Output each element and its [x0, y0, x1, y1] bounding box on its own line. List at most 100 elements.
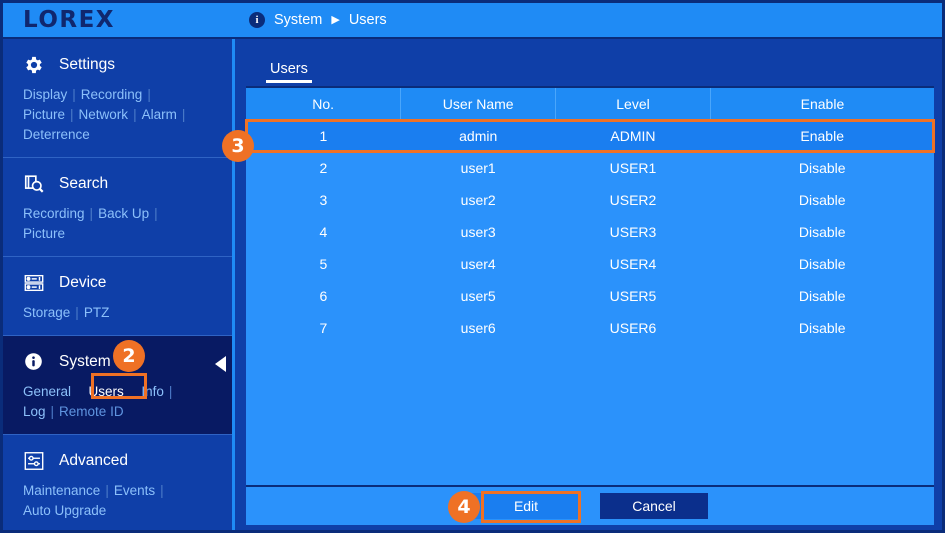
sidebar-link-recording[interactable]: Recording [81, 87, 143, 102]
cell-enable: Disable [710, 280, 934, 312]
info-icon: i [249, 12, 265, 28]
table-row[interactable]: 5 user4 USER4 Disable [246, 248, 934, 280]
sidebar: Settings Display|Recording| Picture|Netw… [3, 39, 235, 533]
cell-user-name: user6 [401, 312, 556, 344]
sidebar-link-events[interactable]: Events [114, 483, 155, 498]
link-separator: | [85, 206, 99, 221]
cell-enable: Disable [710, 216, 934, 248]
step-badge-4: 4 [448, 491, 480, 523]
info-circle-icon [23, 351, 45, 373]
sidebar-link-log[interactable]: Log [23, 404, 46, 419]
sidebar-section-title: Search [59, 175, 108, 193]
users-table-body: 1 admin ADMIN Enable 2 user1 USER1 Disab… [246, 120, 934, 344]
top-bar: LOREX i System ▶ Users [3, 3, 942, 39]
chevron-right-icon: ▶ [331, 15, 339, 26]
table-header-row: No. User Name Level Enable [246, 88, 934, 120]
sidebar-section-header: Search [3, 170, 232, 198]
cancel-button[interactable]: Cancel [600, 493, 708, 519]
cell-enable: Disable [710, 312, 934, 344]
sidebar-section-title: Device [59, 274, 106, 292]
sidebar-link-info[interactable]: Info [141, 384, 164, 399]
sidebar-section-title: System [59, 353, 111, 371]
sidebar-link-picture[interactable]: Picture [23, 107, 65, 122]
link-separator: | [128, 107, 142, 122]
sidebar-link-backup[interactable]: Back Up [98, 206, 149, 221]
table-row[interactable]: 2 user1 USER1 Disable [246, 152, 934, 184]
link-separator: | [142, 87, 156, 102]
column-header-level: Level [556, 88, 711, 120]
cell-no: 7 [246, 312, 401, 344]
device-rack-icon [23, 272, 45, 294]
sidebar-link-auto-upgrade[interactable]: Auto Upgrade [23, 503, 106, 518]
sidebar-links-settings: Display|Recording| Picture|Network|Alarm… [3, 79, 208, 145]
sidebar-links-system: General Users Info| Log|Remote ID [3, 376, 208, 422]
sidebar-link-users[interactable]: Users [89, 384, 124, 399]
sidebar-link-display[interactable]: Display [23, 87, 67, 102]
cell-no: 5 [246, 248, 401, 280]
column-header-enable: Enable [710, 88, 934, 120]
breadcrumb-current: Users [349, 12, 387, 28]
sidebar-section-header: Advanced [3, 447, 232, 475]
cell-level: USER2 [556, 184, 711, 216]
step-badge-3: 3 [222, 130, 254, 162]
sidebar-link-alarm[interactable]: Alarm [142, 107, 177, 122]
column-header-user-name: User Name [401, 88, 556, 120]
edit-button[interactable]: Edit [472, 493, 580, 519]
table-row[interactable]: 6 user5 USER5 Disable [246, 280, 934, 312]
sidebar-link-ptz[interactable]: PTZ [84, 305, 110, 320]
link-separator: | [164, 384, 178, 399]
tab-users[interactable]: Users [258, 61, 320, 83]
cell-user-name: admin [401, 120, 556, 152]
lorex-logo: LOREX [3, 3, 233, 37]
cell-user-name: user4 [401, 248, 556, 280]
cell-no: 1 [246, 120, 401, 152]
cell-level: USER6 [556, 312, 711, 344]
link-separator [124, 384, 142, 399]
users-table: No. User Name Level Enable 1 admin ADMIN… [246, 88, 934, 344]
sidebar-link-storage[interactable]: Storage [23, 305, 70, 320]
link-separator [71, 384, 89, 399]
link-separator: | [70, 305, 84, 320]
sidebar-section-header: Settings [3, 51, 232, 79]
sidebar-section-search[interactable]: Search Recording|Back Up| Picture [3, 158, 232, 257]
sidebar-links-advanced: Maintenance|Events| Auto Upgrade [3, 475, 208, 521]
table-row[interactable]: 4 user3 USER3 Disable [246, 216, 934, 248]
cell-level: ADMIN [556, 120, 711, 152]
sidebar-link-search-picture[interactable]: Picture [23, 226, 65, 241]
sidebar-link-network[interactable]: Network [79, 107, 129, 122]
sidebar-link-deterrence[interactable]: Deterrence [23, 127, 90, 142]
cell-user-name: user5 [401, 280, 556, 312]
step-badge-2: 2 [113, 340, 145, 372]
gear-icon [23, 54, 45, 76]
link-separator: | [149, 206, 163, 221]
link-separator: | [100, 483, 114, 498]
cell-level: USER5 [556, 280, 711, 312]
sidebar-link-search-recording[interactable]: Recording [23, 206, 85, 221]
table-row[interactable]: 3 user2 USER2 Disable [246, 184, 934, 216]
cell-user-name: user1 [401, 152, 556, 184]
cell-user-name: user2 [401, 184, 556, 216]
sidebar-link-remote-id[interactable]: Remote ID [59, 404, 124, 419]
cell-no: 2 [246, 152, 401, 184]
sidebar-section-header: Device [3, 269, 232, 297]
cell-no: 3 [246, 184, 401, 216]
cell-no: 6 [246, 280, 401, 312]
content-panel: Users No. User Name Level Enable [238, 39, 942, 533]
sidebar-link-maintenance[interactable]: Maintenance [23, 483, 100, 498]
table-row[interactable]: 7 user6 USER6 Disable [246, 312, 934, 344]
sidebar-section-settings[interactable]: Settings Display|Recording| Picture|Netw… [3, 39, 232, 158]
cell-no: 4 [246, 216, 401, 248]
sidebar-section-advanced[interactable]: Advanced Maintenance|Events| Auto Upgrad… [3, 435, 232, 533]
cell-user-name: user3 [401, 216, 556, 248]
lorex-dvr-ui: LOREX i System ▶ Users Settings Display|… [0, 0, 945, 533]
sidebar-link-general[interactable]: General [23, 384, 71, 399]
search-recording-icon [23, 173, 45, 195]
table-row[interactable]: 1 admin ADMIN Enable [246, 120, 934, 152]
link-separator: | [67, 87, 81, 102]
breadcrumb-root[interactable]: System [274, 12, 322, 28]
section-expand-arrow-icon [215, 356, 226, 372]
sidebar-section-title: Advanced [59, 452, 128, 470]
link-separator: | [155, 483, 169, 498]
cell-enable: Disable [710, 184, 934, 216]
sidebar-section-device[interactable]: Device Storage|PTZ [3, 257, 232, 336]
